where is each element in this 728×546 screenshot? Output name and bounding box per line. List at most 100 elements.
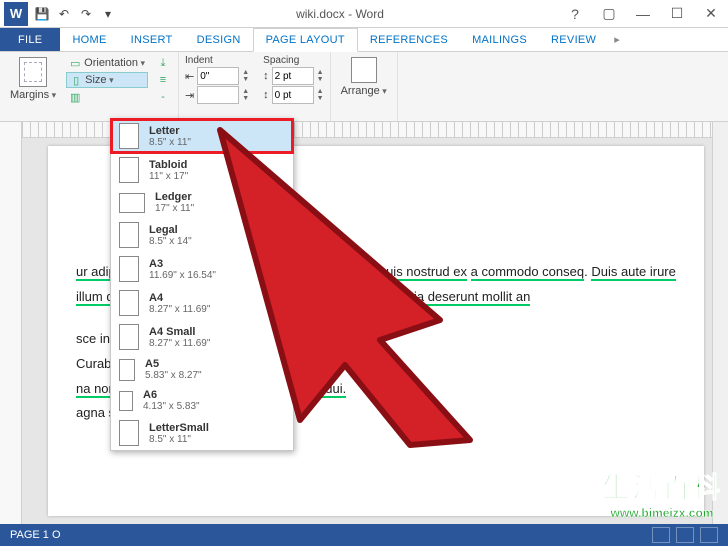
- tab-insert[interactable]: INSERT: [119, 28, 185, 51]
- size-name: A5: [145, 358, 202, 370]
- undo-icon[interactable]: ↶: [54, 4, 74, 24]
- redo-icon[interactable]: ↷: [76, 4, 96, 24]
- group-arrange: Arrange: [331, 52, 398, 121]
- size-dim: 11.69" x 16.54": [149, 270, 216, 281]
- indent-right-icon: ⇥: [185, 89, 194, 102]
- spacing-after[interactable]: ↕ ▲▼: [263, 86, 323, 104]
- view-read-mode-icon[interactable]: [652, 527, 670, 543]
- size-dim: 8.27" x 11.69": [149, 338, 210, 349]
- save-icon[interactable]: 💾: [32, 4, 52, 24]
- size-dim: 11" x 17": [149, 171, 188, 182]
- size-option-a4-small[interactable]: A4 Small8.27" x 11.69": [111, 320, 293, 354]
- breaks-icon: ⤓: [157, 57, 169, 69]
- indent-heading: Indent: [185, 55, 249, 66]
- spacing-after-icon: ↕: [263, 89, 269, 101]
- margins-label: Margins: [10, 89, 56, 101]
- spacing-heading: Spacing: [263, 55, 323, 66]
- size-label: Size: [85, 74, 113, 86]
- size-name: A4 Small: [149, 326, 210, 338]
- arrange-icon: [351, 57, 377, 83]
- size-name: Legal: [149, 224, 192, 236]
- page-size-icon: [119, 193, 145, 213]
- breaks-button[interactable]: ⤓: [154, 55, 172, 71]
- ribbon-tabs: FILE HOME INSERT DESIGN PAGE LAYOUT REFE…: [0, 28, 728, 52]
- tab-page-layout[interactable]: PAGE LAYOUT: [253, 28, 358, 52]
- tab-mailings[interactable]: MAILINGS: [460, 28, 539, 51]
- tab-file[interactable]: FILE: [0, 28, 60, 51]
- doc-text: t in culpa qui officia deserunt mollit a…: [314, 289, 531, 306]
- qat-customize-icon[interactable]: ▾: [98, 4, 118, 24]
- spacing-before[interactable]: ↕ ▲▼: [263, 67, 323, 85]
- size-dim: 17" x 11": [155, 203, 194, 214]
- hyphenation-icon: -: [157, 91, 169, 103]
- tab-review[interactable]: REVIEW: [539, 28, 608, 51]
- size-option-lettersmall[interactable]: LetterSmall8.5" x 11": [111, 416, 293, 450]
- orientation-button[interactable]: ▭Orientation: [66, 55, 148, 71]
- watermark-url: www.bimeizx.com: [602, 506, 722, 520]
- close-button[interactable]: ✕: [694, 0, 728, 28]
- orientation-icon: ▭: [69, 57, 81, 69]
- size-name: A3: [149, 258, 216, 270]
- spinner-icon[interactable]: ▲▼: [242, 88, 249, 102]
- indent-left-input[interactable]: [197, 67, 239, 85]
- size-option-letter[interactable]: Letter8.5" x 11": [111, 119, 293, 153]
- page-size-icon: [119, 123, 139, 149]
- margins-icon: [19, 57, 47, 87]
- spacing-before-icon: ↕: [263, 70, 269, 82]
- size-option-legal[interactable]: Legal8.5" x 14": [111, 218, 293, 252]
- vertical-ruler[interactable]: [0, 122, 22, 524]
- size-dim: 4.13" x 5.83": [143, 401, 200, 412]
- size-button[interactable]: ▯Size: [66, 72, 148, 88]
- watermark-text-cn: 生活百科: [602, 466, 722, 506]
- quick-access-toolbar: W 💾 ↶ ↷ ▾: [0, 2, 122, 26]
- size-name: A4: [149, 292, 210, 304]
- view-web-layout-icon[interactable]: [700, 527, 718, 543]
- indent-left[interactable]: ⇤▲▼: [185, 67, 249, 85]
- doc-text: Duis aute irure: [591, 264, 676, 281]
- page-size-icon: [119, 256, 139, 282]
- hyphenation-button[interactable]: -: [154, 89, 172, 105]
- size-dim: 8.5" x 14": [149, 236, 192, 247]
- group-paragraph: Indent ⇤▲▼ ⇥ ▲▼ Spacing ↕ ▲▼ ↕ ▲▼: [179, 52, 331, 121]
- size-dropdown-menu: Letter8.5" x 11" Tabloid11" x 17" Ledger…: [110, 118, 294, 451]
- size-option-ledger[interactable]: Ledger17" x 11": [111, 187, 293, 218]
- size-option-tabloid[interactable]: Tabloid11" x 17": [111, 153, 293, 187]
- help-button[interactable]: ?: [558, 0, 592, 28]
- doc-text: quis nostrud ex: [379, 264, 467, 281]
- size-option-a3[interactable]: A311.69" x 16.54": [111, 252, 293, 286]
- arrange-label: Arrange: [341, 85, 387, 97]
- margins-button[interactable]: Margins: [6, 55, 60, 107]
- tab-design[interactable]: DESIGN: [185, 28, 253, 51]
- size-dim: 8.27" x 11.69": [149, 304, 210, 315]
- tab-scroll-icon[interactable]: ▸: [608, 28, 626, 51]
- size-name: Ledger: [155, 191, 194, 203]
- minimize-button[interactable]: —: [626, 0, 660, 28]
- spacing-after-input[interactable]: [272, 86, 314, 104]
- vertical-scrollbar[interactable]: [712, 122, 728, 524]
- page-size-icon: [119, 324, 139, 350]
- page-size-icon: [119, 290, 139, 316]
- size-option-a4[interactable]: A48.27" x 11.69": [111, 286, 293, 320]
- spinner-icon[interactable]: ▲▼: [317, 88, 324, 102]
- tab-references[interactable]: REFERENCES: [358, 28, 460, 51]
- size-option-a6[interactable]: A64.13" x 5.83": [111, 385, 293, 416]
- maximize-button[interactable]: ☐: [660, 0, 694, 28]
- line-numbers-button[interactable]: ≡: [154, 72, 172, 88]
- size-option-a5[interactable]: A55.83" x 8.27": [111, 354, 293, 385]
- indent-right[interactable]: ⇥ ▲▼: [185, 86, 249, 104]
- spinner-icon[interactable]: ▲▼: [317, 69, 324, 83]
- tab-home[interactable]: HOME: [60, 28, 118, 51]
- line-numbers-icon: ≡: [157, 74, 169, 86]
- columns-button[interactable]: ▥: [66, 89, 148, 105]
- spacing-before-input[interactable]: [272, 67, 314, 85]
- status-right: [652, 527, 718, 543]
- page-indicator[interactable]: PAGE 1 O: [10, 529, 61, 541]
- window-title: wiki.docx - Word: [122, 7, 558, 21]
- arrange-button[interactable]: Arrange: [337, 55, 391, 99]
- spinner-icon[interactable]: ▲▼: [242, 69, 249, 83]
- view-print-layout-icon[interactable]: [676, 527, 694, 543]
- indent-right-input[interactable]: [197, 86, 239, 104]
- doc-text: a commodo conseq: [471, 264, 584, 281]
- ribbon-display-button[interactable]: ▢: [592, 0, 626, 28]
- titlebar: W 💾 ↶ ↷ ▾ wiki.docx - Word ? ▢ — ☐ ✕: [0, 0, 728, 28]
